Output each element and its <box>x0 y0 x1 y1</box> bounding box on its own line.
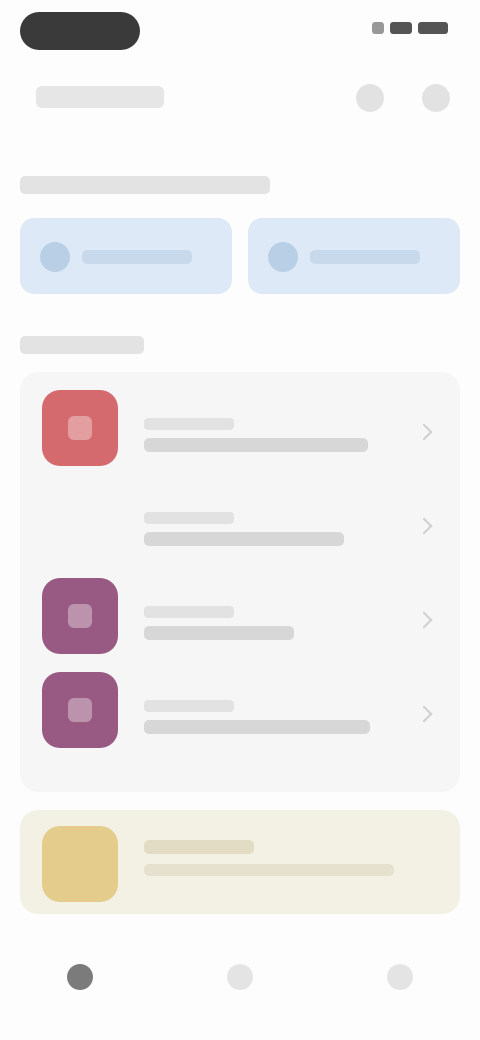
list-item[interactable] <box>20 660 460 754</box>
app-title <box>144 606 234 618</box>
nav-profile[interactable] <box>370 956 430 1016</box>
app-title <box>144 418 234 430</box>
screen <box>0 0 480 1040</box>
promo-gold-icon <box>42 826 118 902</box>
app-plum-icon <box>42 672 118 748</box>
nav-home[interactable] <box>50 956 110 1016</box>
chevron-right-icon <box>415 517 433 535</box>
chevron-right-icon <box>415 611 433 629</box>
app-subtitle <box>144 720 370 734</box>
quick-action-label <box>310 250 420 264</box>
app-title <box>144 700 234 712</box>
section-label-quick <box>20 176 270 194</box>
section-label-apps <box>20 336 144 354</box>
status-icons <box>372 22 448 34</box>
list-item[interactable] <box>20 566 460 660</box>
app-subtitle <box>144 532 344 546</box>
app-subtitle <box>144 626 294 640</box>
chevron-right-icon <box>415 423 433 441</box>
account-switcher[interactable] <box>36 86 164 108</box>
list-item[interactable] <box>20 472 460 566</box>
search-icon[interactable] <box>356 84 384 112</box>
status-bar <box>0 0 480 64</box>
list-item[interactable] <box>20 378 460 472</box>
promo-subtitle <box>144 864 394 876</box>
quick-action-icon <box>40 242 70 272</box>
chevron-right-icon <box>415 705 433 723</box>
discover-icon <box>227 964 253 990</box>
profile-icon <box>387 964 413 990</box>
quick-action-card[interactable] <box>20 218 232 294</box>
app-plum-icon <box>42 578 118 654</box>
settings-icon[interactable] <box>422 84 450 112</box>
quick-action-icon <box>268 242 298 272</box>
app-red-icon <box>42 390 118 466</box>
battery-icon <box>418 22 448 34</box>
app-blank-icon <box>42 484 118 560</box>
app-list <box>20 372 460 792</box>
promo-title <box>144 840 254 854</box>
quick-action-card[interactable] <box>248 218 460 294</box>
promo-card[interactable] <box>20 810 460 914</box>
bottom-nav <box>0 930 480 1040</box>
app-title <box>144 512 234 524</box>
quick-actions <box>20 218 460 294</box>
status-pill <box>20 12 140 50</box>
wifi-icon <box>390 22 412 34</box>
signal-icon <box>372 22 384 34</box>
nav-discover[interactable] <box>210 956 270 1016</box>
header <box>0 70 480 126</box>
quick-action-label <box>82 250 192 264</box>
app-subtitle <box>144 438 368 452</box>
home-icon <box>67 964 93 990</box>
